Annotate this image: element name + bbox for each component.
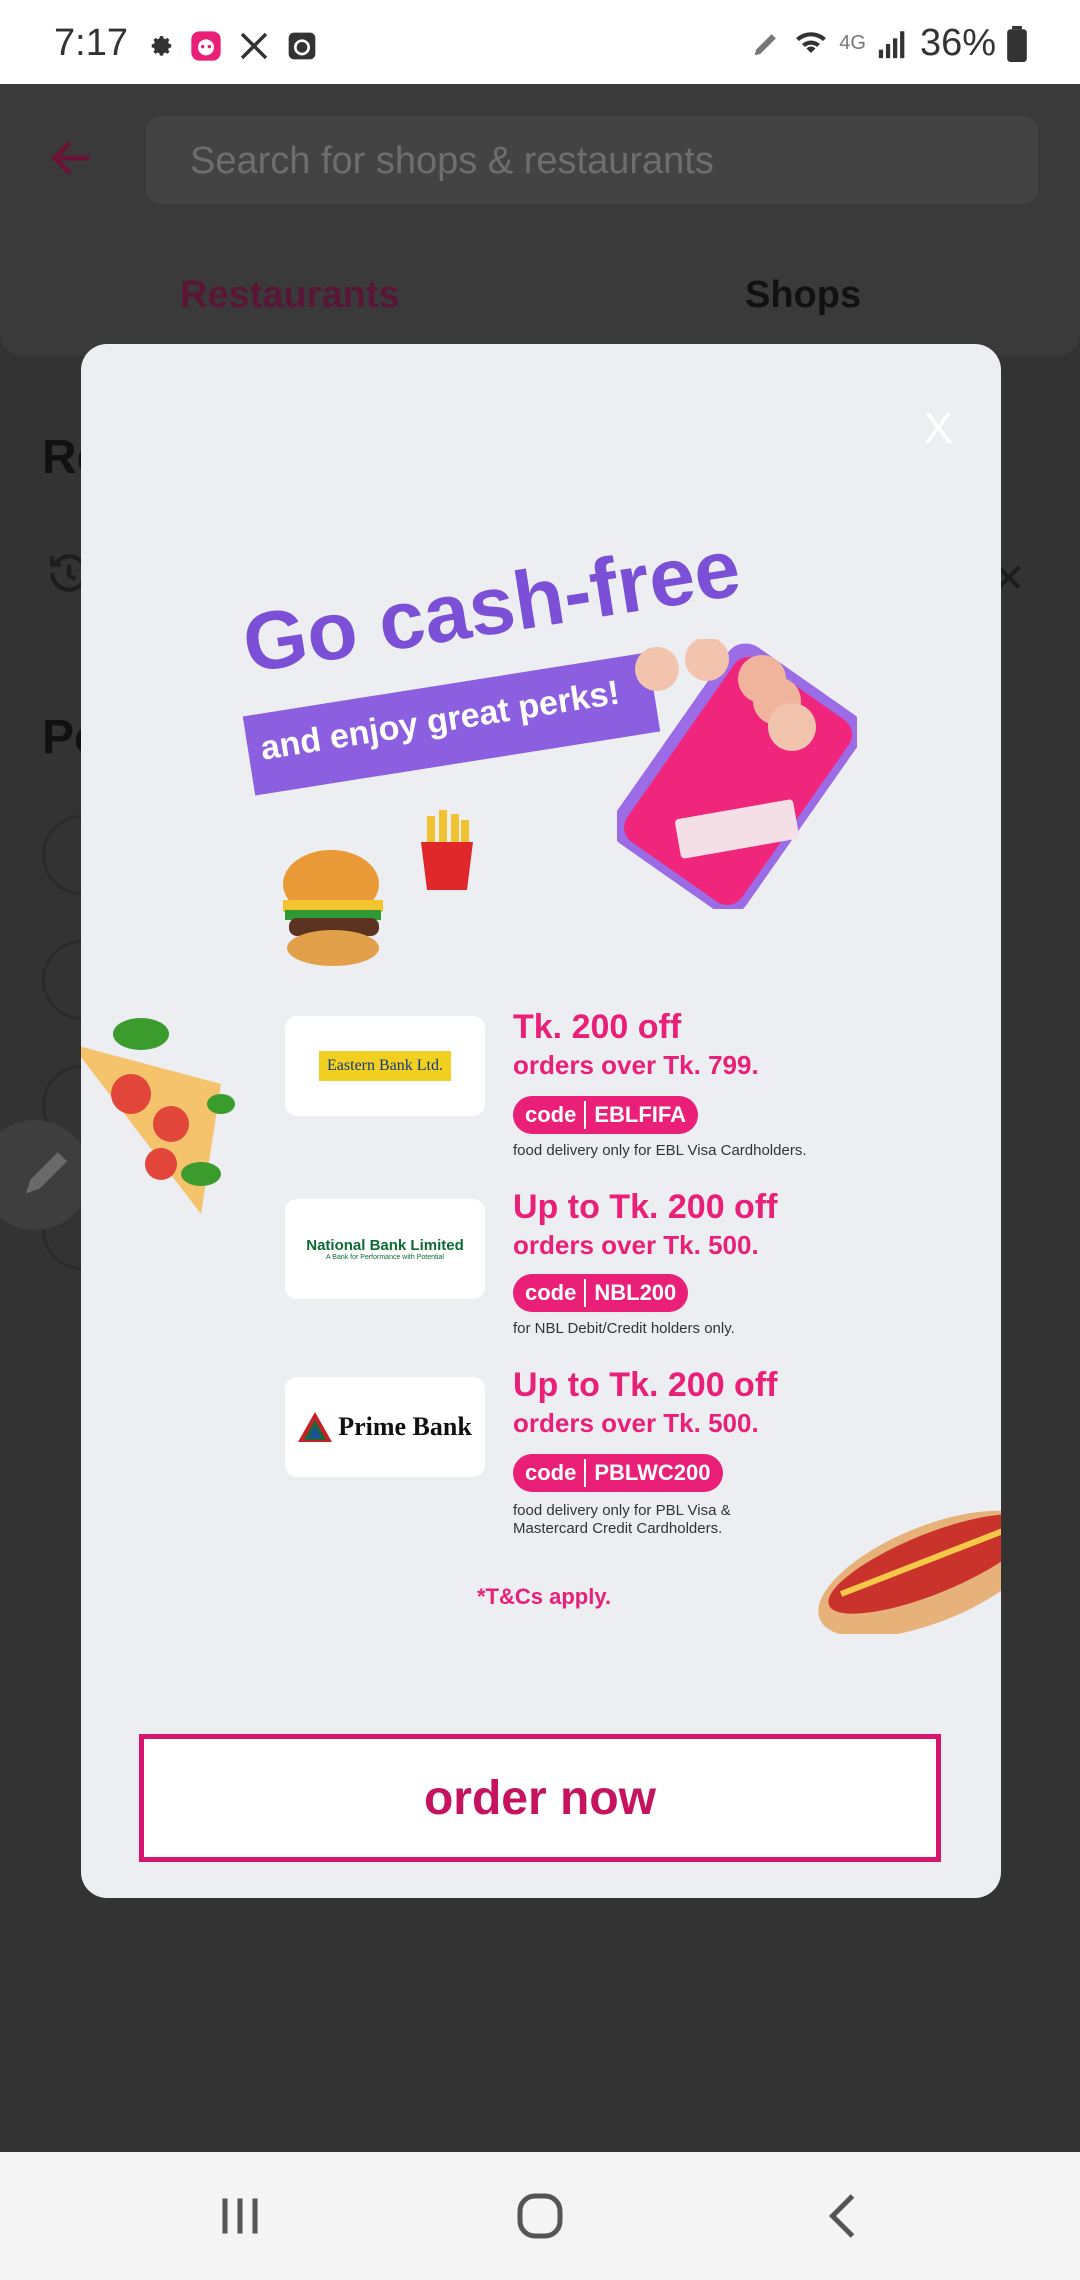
- bank-logo-ebl: Eastern Bank Ltd.: [285, 1016, 485, 1116]
- hotdog-illustration: [818, 1510, 1001, 1634]
- code-label: code: [525, 1102, 577, 1127]
- code-value: EBLFIFA: [594, 1102, 687, 1127]
- promo-code-prime[interactable]: code PBLWC200: [513, 1454, 723, 1492]
- battery-icon: [1007, 25, 1027, 62]
- offer-note-ebl: food delivery only for EBL Visa Cardhold…: [513, 1142, 807, 1159]
- system-nav-bar: [0, 2152, 1080, 2280]
- timer-app-icon: [288, 32, 316, 60]
- offer-title-prime: Up to Tk. 200 off: [513, 1366, 778, 1404]
- bank-tagline-nbl: A Bank for Performance with Potential: [326, 1254, 444, 1261]
- promo-modal: X Go cash-free and enjoy great perks! Ea…: [81, 344, 1001, 1898]
- status-right: 4G 36%: [749, 22, 1028, 65]
- offer-note-prime-line1: food delivery only for PBL Visa &: [513, 1502, 731, 1519]
- network-label: 4G: [839, 32, 866, 54]
- promo-code-nbl[interactable]: code NBL200: [513, 1274, 689, 1312]
- offer-subtitle-ebl: orders over Tk. 799.: [513, 1050, 759, 1080]
- phone-illustration: [617, 639, 857, 909]
- pencil-icon: [25, 1152, 68, 1194]
- pizza-illustration: [81, 1018, 235, 1214]
- code-label: code: [525, 1280, 577, 1305]
- edit-fab[interactable]: [0, 1120, 90, 1230]
- foodpanda-icon: [191, 31, 221, 61]
- search-placeholder: Search for shops & restaurants: [190, 140, 714, 182]
- bank-logo-nbl: National Bank Limited A Bank for Perform…: [285, 1199, 485, 1299]
- tab-restaurants[interactable]: Restaurants: [180, 274, 400, 317]
- status-time: 7:17: [54, 22, 128, 64]
- bank-name-ebl: Eastern Bank Ltd.: [319, 1051, 451, 1081]
- code-label: code: [525, 1460, 577, 1485]
- tools-icon: [240, 32, 268, 60]
- offer-note-prime-line2: Mastercard Credit Cardholders.: [513, 1520, 723, 1537]
- bank-name-prime: Prime Bank: [338, 1412, 472, 1441]
- promo-code-ebl[interactable]: code EBLFIFA: [513, 1096, 699, 1134]
- home-icon[interactable]: [510, 2186, 570, 2246]
- modal-close-button[interactable]: X: [924, 404, 953, 454]
- order-now-button[interactable]: order now: [139, 1734, 941, 1862]
- status-bar: 7:17 4G 36%: [0, 0, 1080, 84]
- signal-icon: [878, 30, 905, 58]
- bank-logo-prime: Prime Bank: [285, 1377, 485, 1477]
- back-nav-icon[interactable]: [815, 2186, 875, 2246]
- back-arrow-icon[interactable]: [46, 132, 98, 184]
- offer-title-ebl: Tk. 200 off: [513, 1008, 682, 1046]
- wifi-icon: [796, 31, 827, 53]
- terms-note: *T&Cs apply.: [477, 1584, 612, 1609]
- code-value: PBLWC200: [594, 1460, 711, 1485]
- gear-icon: [151, 36, 172, 56]
- fries-illustration: [421, 810, 473, 890]
- recents-icon[interactable]: [210, 2186, 270, 2246]
- offer-subtitle-prime: orders over Tk. 500.: [513, 1408, 759, 1438]
- prime-bank-logo-icon: [298, 1412, 333, 1442]
- code-divider: [584, 1101, 587, 1129]
- offer-note-nbl: for NBL Debit/Credit holders only.: [513, 1320, 735, 1337]
- edit-icon: [754, 33, 777, 55]
- code-divider: [584, 1459, 587, 1487]
- code-value: NBL200: [594, 1280, 677, 1305]
- burger-illustration: [283, 850, 383, 966]
- offer-subtitle-nbl: orders over Tk. 500.: [513, 1230, 759, 1260]
- offer-title-nbl: Up to Tk. 200 off: [513, 1188, 778, 1226]
- code-divider: [584, 1279, 587, 1307]
- battery-percent: 36%: [919, 22, 996, 64]
- bank-name-nbl: National Bank Limited: [306, 1237, 464, 1254]
- tab-shops[interactable]: Shops: [745, 274, 861, 317]
